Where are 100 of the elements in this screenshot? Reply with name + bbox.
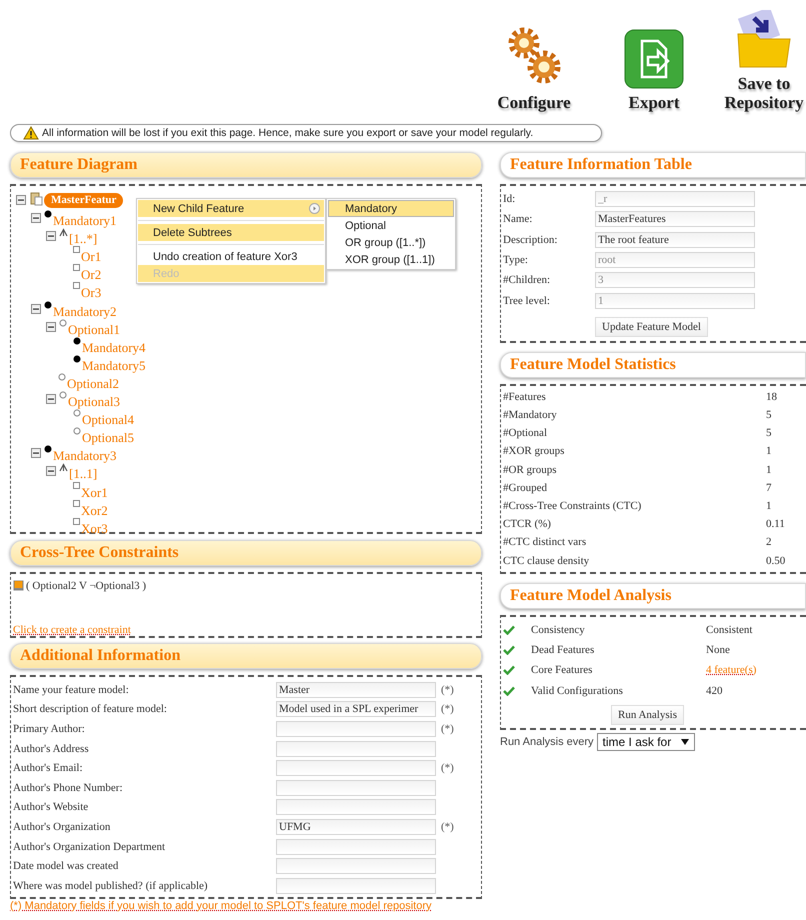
stat-value: 2	[766, 536, 772, 548]
stat-label: #Cross-Tree Constraints (CTC)	[503, 500, 642, 512]
field-label: Where was model published? (if applicable)	[13, 880, 209, 892]
feature-label[interactable]: Or1	[81, 249, 102, 266]
stat-label: #Grouped	[503, 482, 548, 494]
menu-item[interactable]: Delete Subtrees	[138, 224, 324, 241]
stat-label: CTC clause density	[503, 554, 590, 567]
root-feature-badge[interactable]: MasterFeatur	[44, 193, 124, 208]
analysis-label: Dead Features	[531, 644, 596, 656]
save-button[interactable]: Save to Repository	[714, 4, 806, 112]
feature-label[interactable]: Optional4	[82, 412, 134, 428]
input-field[interactable]	[276, 838, 436, 855]
small-square-icon	[73, 264, 80, 272]
feature-label[interactable]: Optional3	[68, 394, 120, 410]
input-field[interactable]: Master	[276, 682, 436, 698]
collapse-icon[interactable]	[46, 231, 56, 242]
menu-item[interactable]: OR group ([1..*])	[328, 234, 454, 251]
feature-label[interactable]: Mandatory5	[82, 358, 146, 374]
collapse-icon[interactable]	[31, 213, 41, 224]
small-square-icon	[73, 246, 80, 254]
field-label: Author's Organization	[13, 820, 112, 833]
input-field[interactable]	[276, 740, 436, 757]
field-label: #Children:	[503, 274, 552, 286]
input-field[interactable]: The root feature	[595, 232, 755, 248]
feature-label[interactable]: Mandatory1	[53, 213, 117, 230]
create-constraint-link[interactable]: Click to create a constraint	[13, 624, 131, 636]
analysis-label: Valid Configurations	[531, 684, 624, 697]
stat-value: 5	[766, 409, 772, 422]
stat-label: #CTC distinct vars	[503, 536, 588, 548]
analysis-value: Consistent	[706, 624, 754, 636]
stat-value: 0.50	[766, 554, 786, 567]
feature-label[interactable]: Mandatory2	[53, 304, 117, 320]
input-field[interactable]	[276, 799, 436, 816]
field-label: Short description of feature model:	[13, 703, 168, 716]
feature-label[interactable]: Xor2	[81, 502, 108, 519]
field-label: Author's Website	[13, 801, 90, 814]
required-marker: (*)	[440, 722, 455, 735]
analysis-label: Consistency	[531, 624, 586, 636]
field-label: Author's Phone Number:	[13, 782, 124, 794]
collapse-icon[interactable]	[31, 304, 41, 314]
required-marker: (*)	[440, 762, 455, 774]
schedule-dropdown[interactable]: time I ask for	[596, 732, 696, 751]
input-field[interactable]	[276, 858, 436, 874]
feature-label[interactable]: Xor1	[81, 484, 108, 500]
field-label: Author's Organization Department	[13, 840, 166, 853]
stat-value: 1	[766, 464, 772, 476]
square-icon[interactable]	[13, 580, 24, 591]
stat-value: 5	[766, 427, 772, 440]
input-field[interactable]: Model used in a SPL experimer	[276, 701, 436, 718]
feature-label[interactable]: Optional1	[68, 322, 120, 338]
menu-item[interactable]: New Child Feature	[138, 200, 324, 217]
feature-label[interactable]: [1..*]	[69, 231, 98, 248]
field-label: Primary Author:	[13, 722, 86, 735]
analysis-label: Core Features	[531, 664, 594, 676]
input-field[interactable]: MasterFeatures	[595, 211, 755, 228]
feature-label[interactable]: [1..1]	[69, 466, 98, 482]
run-analysis-button[interactable]: Run Analysis	[611, 704, 684, 725]
collapse-icon[interactable]	[46, 322, 56, 332]
section-header: Feature Diagram	[10, 152, 482, 178]
input-field[interactable]	[276, 780, 436, 796]
field-label: Id:	[503, 193, 516, 206]
section-header: Additional Information	[10, 643, 482, 669]
configure-button[interactable]: Configure	[474, 4, 594, 112]
section-header: Cross-Tree Constraints	[10, 540, 482, 566]
group-arc-icon	[59, 463, 68, 472]
feature-label[interactable]: Or3	[81, 285, 102, 302]
required-marker: (*)	[440, 703, 455, 716]
collapse-icon[interactable]	[16, 195, 26, 205]
update-button[interactable]: Update Feature Model	[595, 316, 708, 337]
analysis-link[interactable]: 4 feature(s)	[706, 664, 806, 676]
menu-item[interactable]: Mandatory	[328, 200, 454, 217]
feature-label[interactable]: Or2	[81, 267, 102, 284]
collapse-icon[interactable]	[46, 466, 56, 476]
export-button[interactable]: Export	[594, 4, 714, 112]
feature-label[interactable]: Optional2	[67, 376, 119, 392]
stat-value: 0.11	[766, 518, 786, 530]
small-square-icon	[73, 500, 80, 507]
menu-item[interactable]: Undo creation of feature Xor3	[138, 248, 324, 265]
feature-label[interactable]: Mandatory3	[53, 448, 117, 464]
feature-label[interactable]: Mandatory4	[82, 340, 146, 356]
menu-item[interactable]: XOR group ([1..1])	[328, 251, 454, 268]
field-label: Date model was created	[13, 860, 120, 872]
section-header: Feature Model Statistics	[500, 352, 806, 378]
feature-label[interactable]: Xor3	[81, 520, 108, 537]
stat-label: #Mandatory	[503, 409, 558, 422]
hollow-circle-icon	[73, 427, 81, 436]
input-field[interactable]	[276, 878, 436, 894]
input-field[interactable]: UFMG	[276, 818, 436, 835]
footnote-text: (*) Mandatory fields if you wish to add your model to SPLOT's feature model repository	[10, 900, 432, 912]
collapse-icon[interactable]	[46, 394, 56, 404]
field-label: Name your feature model:	[13, 684, 130, 696]
feature-label[interactable]: Optional5	[82, 430, 134, 446]
stat-value: 7	[766, 482, 772, 494]
input-field[interactable]	[276, 720, 436, 737]
warning-text: All information will be lost if you exit this page. Hence, make sure you export or save your model regularly.	[42, 127, 534, 139]
collapse-icon[interactable]	[31, 448, 41, 458]
input-field[interactable]	[276, 760, 436, 776]
menu-item[interactable]: Optional	[328, 217, 454, 234]
section-header: Feature Information Table	[500, 152, 806, 178]
hollow-circle-icon	[73, 409, 81, 418]
